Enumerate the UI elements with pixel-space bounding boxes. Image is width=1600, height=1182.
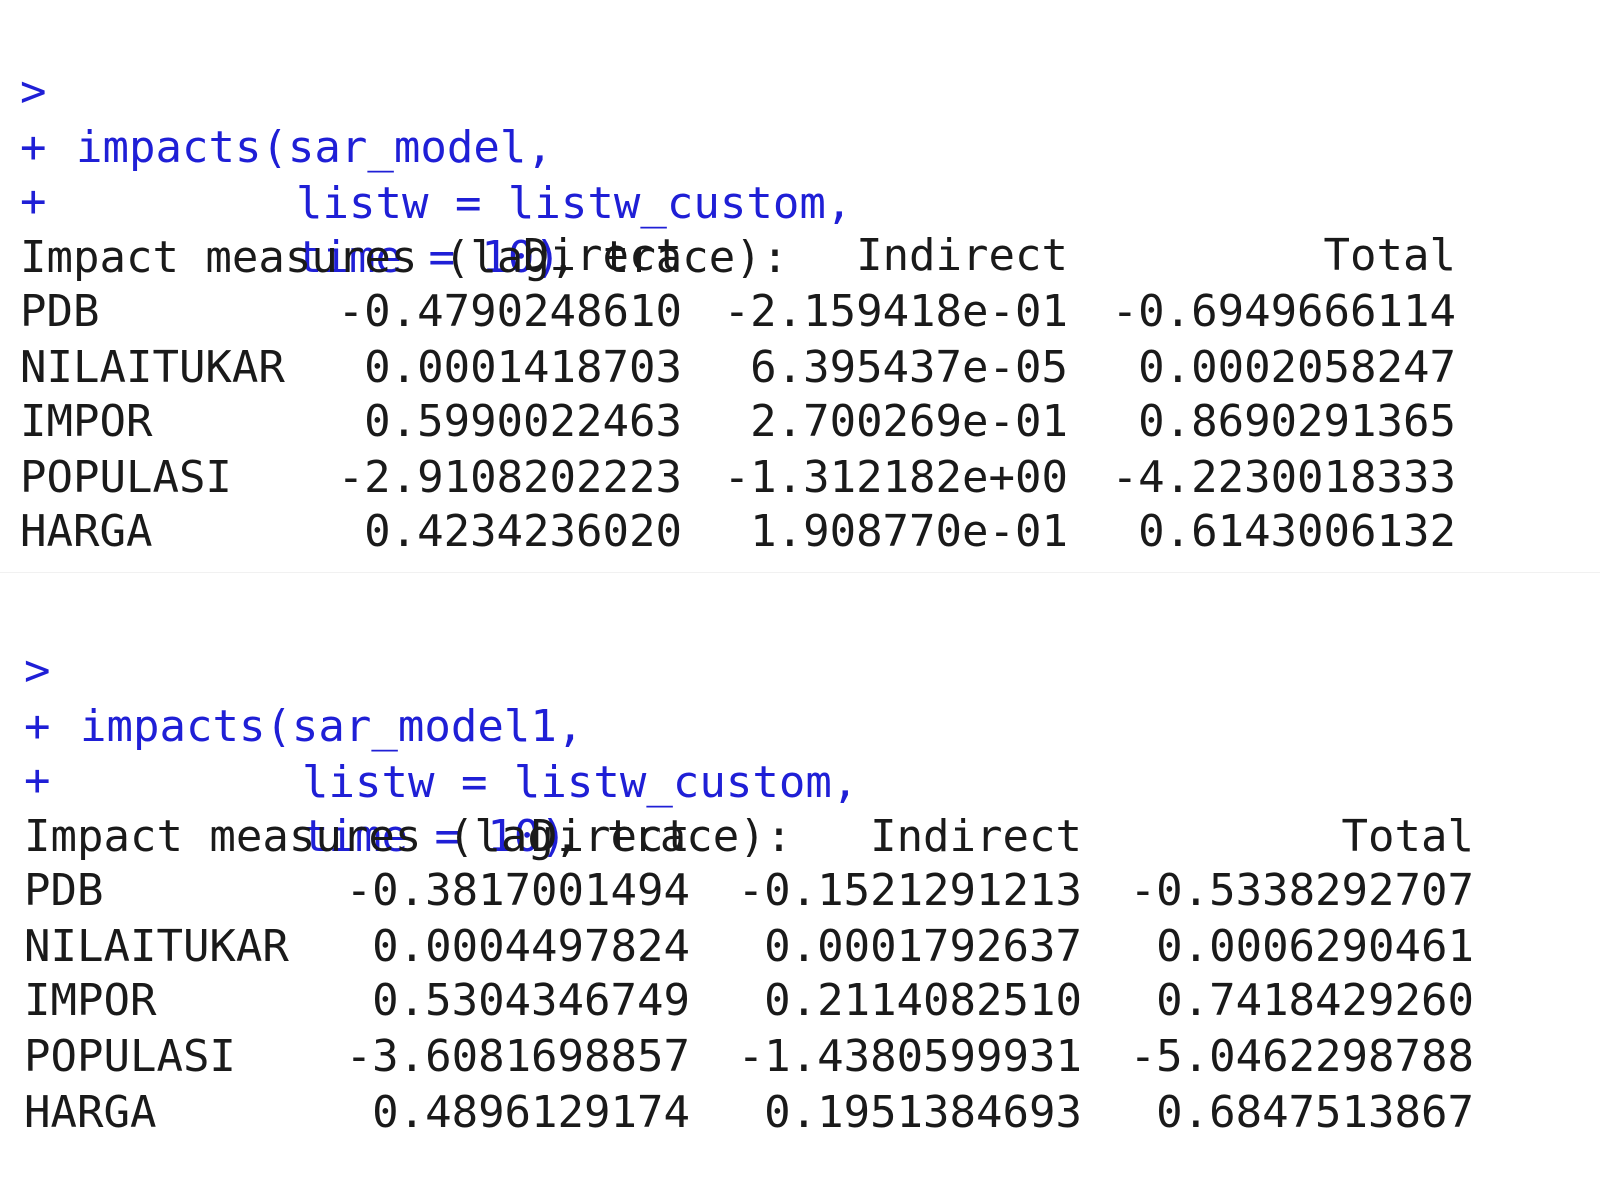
indirect-value: 2.700269e-01 [750, 396, 1068, 447]
total-value: -0.5338292707 [1129, 865, 1474, 916]
total-value: -5.0462298788 [1129, 1031, 1474, 1082]
command-text: impacts(sar_model, [76, 122, 553, 173]
row-label: HARGA [20, 506, 153, 557]
column-header-direct: Direct [523, 230, 682, 281]
indirect-value: 0.1951384693 [764, 1087, 1082, 1138]
column-header-direct: Direct [531, 811, 690, 862]
row-label: PDB [24, 865, 104, 916]
direct-value: -3.6081698857 [345, 1031, 690, 1082]
command-text: listw = listw_custom, [296, 178, 853, 229]
command-text: impacts(sar_model1, [80, 701, 584, 752]
indirect-value: -0.1521291213 [737, 865, 1082, 916]
indirect-value: 0.0001792637 [764, 921, 1082, 972]
column-header-total: Total [1323, 230, 1456, 281]
command-line: > impacts(sar_model1, [0, 587, 583, 752]
indirect-value: 6.395437e-05 [750, 342, 1068, 393]
command-line: + time = 10) [0, 697, 567, 862]
total-value: 0.8690291365 [1138, 396, 1456, 447]
indirect-value: 1.908770e-01 [750, 506, 1068, 557]
console-output-block-1: > impacts(sar_model, + listw = listw_cus… [0, 0, 1600, 572]
row-label: IMPOR [20, 396, 153, 447]
direct-value: 0.4234236020 [364, 506, 682, 557]
total-value: 0.0002058247 [1138, 342, 1456, 393]
total-value: 0.6143006132 [1138, 506, 1456, 557]
row-label: NILAITUKAR [20, 342, 285, 393]
row-label: NILAITUKAR [24, 921, 289, 972]
command-line: + listw = listw_custom, [0, 64, 852, 229]
total-value: -4.2230018333 [1111, 452, 1456, 503]
total-value: -0.6949666114 [1111, 286, 1456, 337]
row-label: POPULASI [24, 1031, 236, 1082]
column-header-total: Total [1341, 811, 1474, 862]
row-label: PDB [20, 286, 100, 337]
console-output-block-2: > impacts(sar_model1, + listw = listw_cu… [0, 572, 1600, 1182]
direct-value: 0.0004497824 [372, 921, 690, 972]
indirect-value: -1.4380599931 [737, 1031, 1082, 1082]
total-value: 0.7418429260 [1156, 975, 1474, 1026]
total-value: 0.0006290461 [1156, 921, 1474, 972]
output-heading: Impact measures (lag, trace): [0, 753, 792, 862]
direct-value: 0.4896129174 [372, 1087, 690, 1138]
column-header-indirect: Indirect [870, 811, 1082, 862]
direct-value: -0.3817001494 [345, 865, 690, 916]
row-label: IMPOR [24, 975, 157, 1026]
command-text: listw = listw_custom, [302, 757, 859, 808]
command-line: + listw = listw_custom, [0, 643, 858, 808]
row-label: POPULASI [20, 452, 232, 503]
command-line: > impacts(sar_model, [0, 8, 553, 173]
command-line: + time = 10) [0, 118, 561, 283]
direct-value: 0.5990022463 [364, 396, 682, 447]
indirect-value: -2.159418e-01 [723, 286, 1068, 337]
indirect-value: -1.312182e+00 [723, 452, 1068, 503]
direct-value: 0.5304346749 [372, 975, 690, 1026]
direct-value: 0.0001418703 [364, 342, 682, 393]
row-label: HARGA [24, 1087, 157, 1138]
indirect-value: 0.2114082510 [764, 975, 1082, 1026]
column-header-indirect: Indirect [856, 230, 1068, 281]
total-value: 0.6847513867 [1156, 1087, 1474, 1138]
output-heading: Impact measures (lag, trace): [0, 174, 788, 283]
direct-value: -2.9108202223 [337, 452, 682, 503]
direct-value: -0.4790248610 [337, 286, 682, 337]
